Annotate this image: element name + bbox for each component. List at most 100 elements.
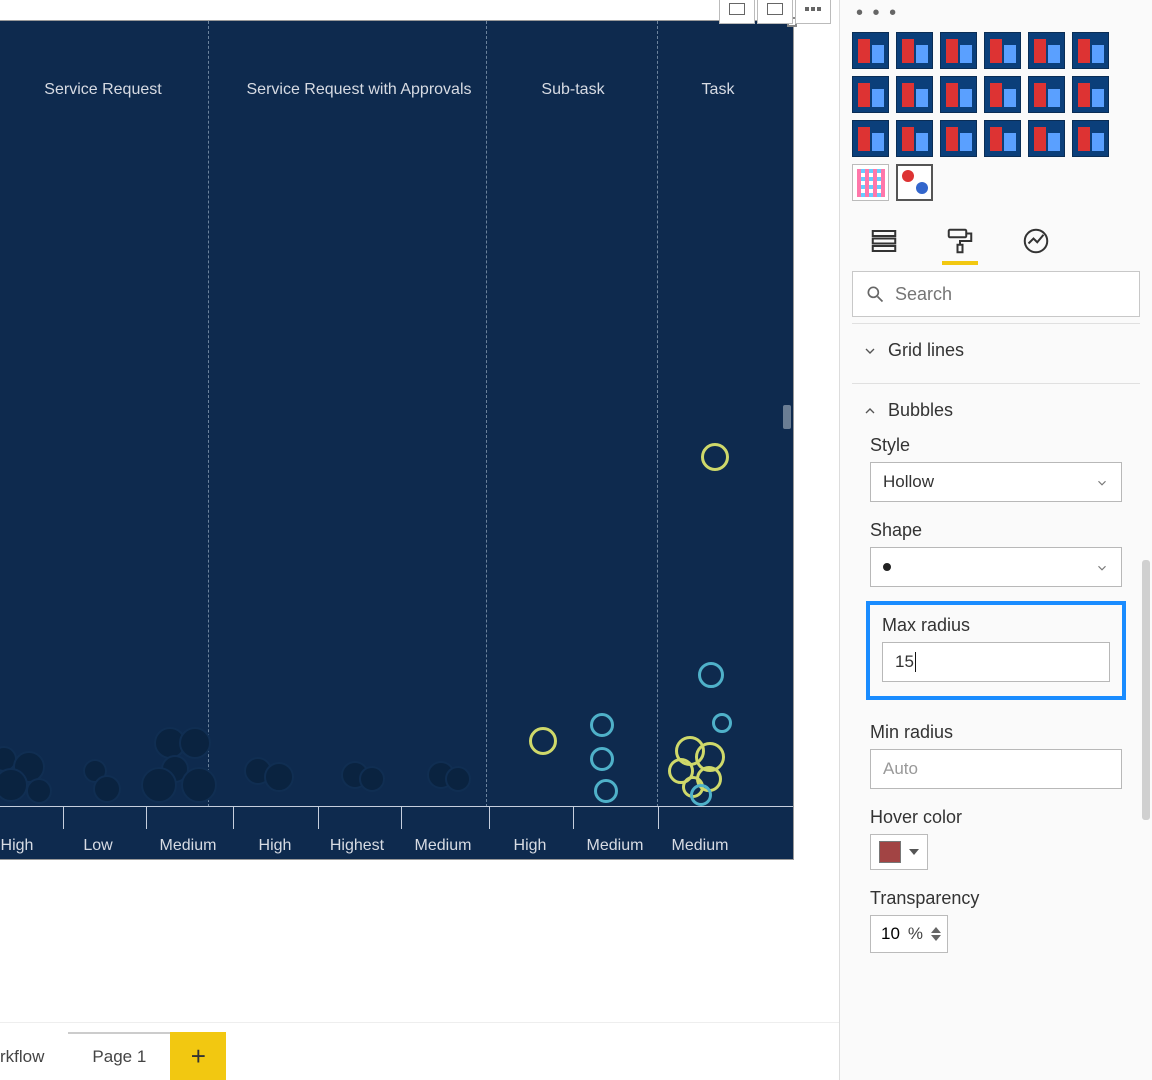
bubble[interactable]	[179, 727, 211, 759]
bubble[interactable]	[712, 713, 732, 733]
bubble[interactable]	[181, 767, 217, 803]
chevron-down-icon	[1095, 560, 1109, 574]
bubble[interactable]	[359, 766, 385, 792]
step-down-icon[interactable]	[931, 935, 941, 941]
section-bubbles-label: Bubbles	[888, 400, 953, 421]
x-tick	[318, 807, 319, 829]
viz-tile[interactable]	[852, 32, 889, 69]
format-search[interactable]	[852, 271, 1140, 317]
page-tab-current[interactable]: Page 1	[68, 1032, 170, 1080]
prop-max-radius-highlight: Max radius 15	[866, 601, 1126, 700]
bubble[interactable]	[690, 784, 712, 806]
min-radius-input[interactable]	[883, 759, 1109, 779]
section-grid-lines-header[interactable]: Grid lines	[856, 336, 1136, 365]
viz-tile[interactable]	[1028, 76, 1065, 113]
style-dropdown[interactable]: Hollow	[870, 462, 1122, 502]
column-header: Task	[702, 81, 735, 99]
viz-tile[interactable]	[1072, 32, 1109, 69]
shape-indicator-icon	[883, 563, 891, 571]
x-axis-line	[0, 806, 793, 807]
bubble[interactable]	[529, 727, 557, 755]
x-axis-label: High	[1, 837, 34, 855]
bubble[interactable]	[93, 775, 121, 803]
x-axis-label: Medium	[672, 837, 729, 855]
bubble[interactable]	[594, 779, 618, 803]
x-axis-label: High	[514, 837, 547, 855]
format-tab[interactable]	[942, 223, 978, 259]
viz-tile[interactable]	[940, 76, 977, 113]
viz-tile[interactable]	[896, 120, 933, 157]
viz-tile[interactable]	[1072, 76, 1109, 113]
section-bubbles: Bubbles Style Hollow Shape	[852, 383, 1140, 967]
viz-tile[interactable]	[984, 120, 1021, 157]
spinner-stepper[interactable]	[931, 927, 941, 941]
pane-scrollbar-thumb[interactable]	[1142, 560, 1150, 820]
transparency-label: Transparency	[870, 888, 1122, 909]
shape-dropdown[interactable]	[870, 547, 1122, 587]
step-up-icon[interactable]	[931, 927, 941, 933]
analytics-icon	[1021, 226, 1051, 256]
pane-scrollbar[interactable]	[1142, 560, 1150, 1070]
prop-shape: Shape	[870, 520, 1122, 587]
visual-header-button-1[interactable]	[719, 0, 755, 24]
visual-header-button-2[interactable]	[757, 0, 793, 24]
section-bubbles-header[interactable]: Bubbles	[856, 396, 1136, 425]
bubble-chart-visual[interactable]: Service Request Service Request with Appr…	[0, 20, 794, 860]
bubble[interactable]	[141, 767, 177, 803]
prop-transparency: Transparency 10 %	[870, 888, 1122, 953]
search-input[interactable]	[895, 284, 1127, 305]
viz-tile[interactable]	[896, 76, 933, 113]
viz-tile[interactable]	[984, 76, 1021, 113]
bubble[interactable]	[590, 713, 614, 737]
add-page-button[interactable]: +	[170, 1032, 226, 1080]
bubble[interactable]	[26, 778, 52, 804]
x-tick	[233, 807, 234, 829]
visual-header-button-3[interactable]	[795, 0, 831, 24]
section-grid-lines: Grid lines	[852, 323, 1140, 377]
hover-color-picker[interactable]	[870, 834, 928, 870]
visualizations-pane: • • • Grid lines	[839, 0, 1152, 1080]
pane-overflow-menu[interactable]: • • •	[852, 8, 1140, 24]
bubble[interactable]	[0, 768, 28, 802]
style-label: Style	[870, 435, 1122, 456]
chevron-down-icon	[862, 343, 878, 359]
viz-tile[interactable]	[940, 32, 977, 69]
max-radius-input[interactable]: 15	[895, 652, 916, 673]
bubble[interactable]	[698, 662, 724, 688]
column-header: Service Request	[44, 81, 161, 99]
bubble[interactable]	[445, 766, 471, 792]
bubble[interactable]	[590, 747, 614, 771]
column-header: Sub-task	[541, 81, 604, 99]
section-grid-lines-label: Grid lines	[888, 340, 964, 361]
viz-tile[interactable]	[1028, 32, 1065, 69]
visual-header-toolbar	[719, 0, 831, 24]
prop-style: Style Hollow	[870, 435, 1122, 502]
viz-tile[interactable]	[940, 120, 977, 157]
bubble[interactable]	[264, 762, 294, 792]
format-roller-icon	[945, 226, 975, 256]
bubble[interactable]	[701, 443, 729, 471]
x-tick	[658, 807, 659, 829]
viz-tile[interactable]	[1028, 120, 1065, 157]
viz-tile[interactable]	[896, 32, 933, 69]
transparency-spinner[interactable]: 10 %	[870, 915, 948, 953]
chevron-down-icon	[909, 849, 919, 855]
page-tab-prev[interactable]: rkflow	[0, 1032, 68, 1080]
fields-tab[interactable]	[866, 223, 902, 259]
x-axis-label: Highest	[330, 837, 384, 855]
column-header: Service Request with Approvals	[247, 81, 472, 99]
report-canvas[interactable]: Service Request Service Request with Appr…	[0, 0, 839, 1080]
viz-tile[interactable]	[852, 76, 889, 113]
x-axis-label: Medium	[160, 837, 217, 855]
viz-tile[interactable]	[1072, 120, 1109, 157]
prop-min-radius: Min radius	[870, 722, 1122, 789]
viz-tile[interactable]	[852, 164, 889, 201]
fields-icon	[869, 226, 899, 256]
shape-label: Shape	[870, 520, 1122, 541]
viz-tile[interactable]	[984, 32, 1021, 69]
viz-tile[interactable]	[896, 164, 933, 201]
x-tick	[489, 807, 490, 829]
group-divider	[208, 21, 209, 807]
analytics-tab[interactable]	[1018, 223, 1054, 259]
viz-tile[interactable]	[852, 120, 889, 157]
